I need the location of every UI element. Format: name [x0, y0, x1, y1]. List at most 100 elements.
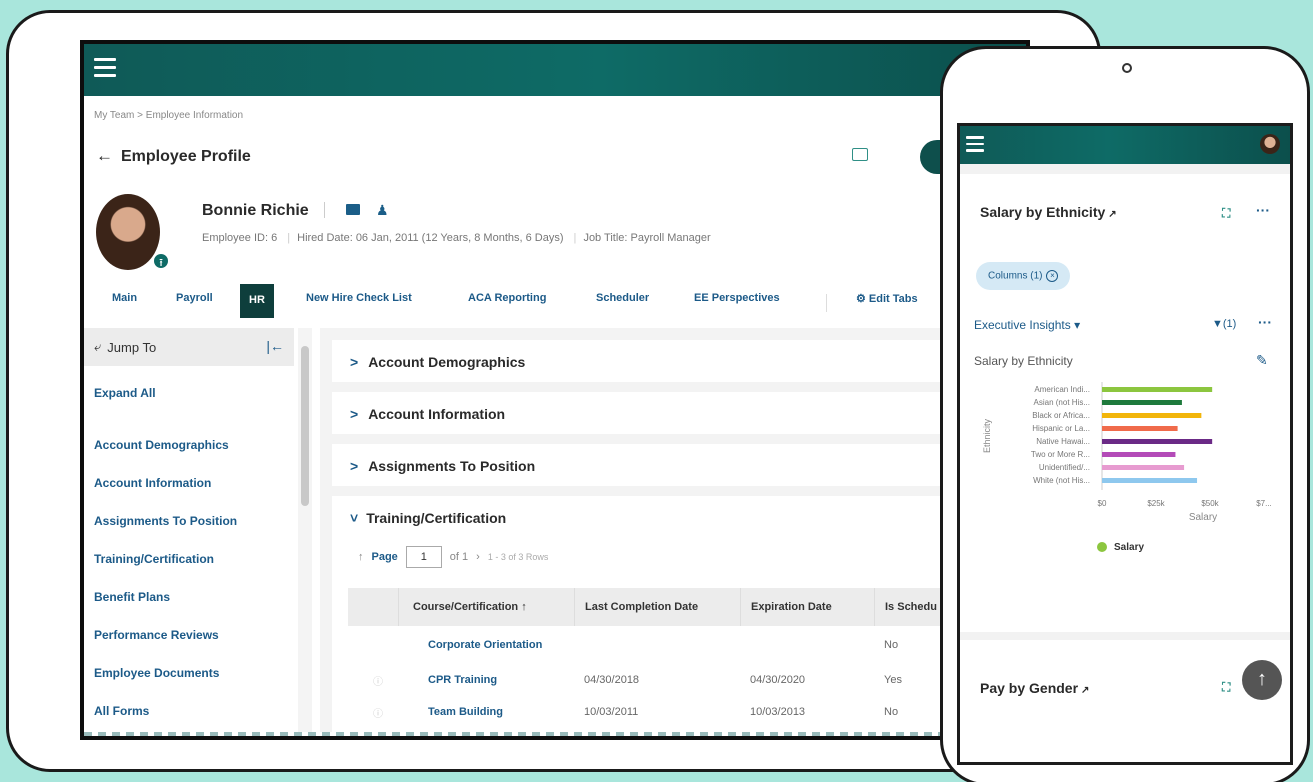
- expand-all-link[interactable]: Expand All: [84, 366, 294, 400]
- nav-performance-reviews[interactable]: Performance Reviews: [84, 628, 294, 666]
- card-title-text: Salary by Ethnicity: [980, 204, 1106, 220]
- table-row: ⓘ CPR Training 04/30/2018 04/30/2020 Yes: [348, 664, 992, 696]
- bar: [1102, 439, 1213, 444]
- expand-icon[interactable]: ⛶: [1222, 206, 1230, 221]
- section-account-information[interactable]: > Account Information: [332, 392, 992, 434]
- last-completion: 10/03/2011: [584, 706, 639, 718]
- filter-button[interactable]: ▼(1): [1212, 318, 1236, 330]
- bar: [1102, 478, 1198, 483]
- expand-icon[interactable]: ⛶: [1222, 680, 1230, 695]
- menu-icon[interactable]: [94, 58, 116, 78]
- header-course-label: Course/Certification: [413, 601, 519, 613]
- avatar[interactable]: [1260, 134, 1280, 154]
- chat-icon[interactable]: [852, 148, 868, 161]
- breadcrumb[interactable]: My Team > Employee Information: [94, 110, 243, 121]
- tab-aca-reporting[interactable]: ACA Reporting: [468, 292, 546, 304]
- x-tick-label: $25k: [1147, 499, 1165, 508]
- tab-ee-perspectives[interactable]: EE Perspectives: [694, 292, 780, 304]
- nav-benefit-plans[interactable]: Benefit Plans: [84, 590, 294, 628]
- y-tick-label: Two or More R...: [1031, 450, 1090, 459]
- more-options-icon[interactable]: ···: [1258, 314, 1272, 330]
- table-row: ⓘ Team Building 10/03/2011 10/03/2013 No: [348, 696, 992, 728]
- bar: [1102, 400, 1182, 405]
- tab-hr[interactable]: HR: [240, 284, 274, 318]
- caret-down-icon: ▾: [1074, 318, 1081, 332]
- x-tick-label: $50k: [1201, 499, 1219, 508]
- bar: [1102, 426, 1178, 431]
- tab-payroll[interactable]: Payroll: [176, 292, 213, 304]
- bar: [1102, 413, 1202, 418]
- y-tick-label: White (not His...: [1033, 476, 1090, 485]
- section-account-demographics[interactable]: > Account Demographics: [332, 340, 992, 382]
- employee-meta: Employee ID: 6 | Hired Date: 06 Jan, 2011…: [202, 232, 711, 244]
- edit-pencil-icon[interactable]: ✎: [1256, 352, 1268, 369]
- gear-icon: ⚙: [856, 293, 869, 305]
- legend-label: Salary: [1114, 542, 1144, 553]
- training-header[interactable]: ˅ Training/Certification: [332, 496, 992, 526]
- nav-employee-documents[interactable]: Employee Documents: [84, 666, 294, 704]
- section-label: Account Demographics: [368, 354, 526, 370]
- header-expiration[interactable]: Expiration Date: [740, 588, 874, 626]
- view-label: Executive Insights: [974, 318, 1071, 332]
- chevron-right-icon: >: [350, 406, 359, 422]
- employee-avatar: [96, 194, 160, 270]
- card-title[interactable]: Salary by Ethnicity ↗: [980, 204, 1117, 220]
- y-tick-label: Asian (not His...: [1034, 398, 1090, 407]
- y-tick-label: Native Hawai...: [1036, 437, 1090, 446]
- view-dropdown[interactable]: Executive Insights ▾: [974, 318, 1080, 332]
- camera-icon: [1122, 63, 1132, 73]
- training-table: Course/Certification ↑ Last Completion D…: [348, 588, 992, 728]
- mobile-top-bar: [960, 126, 1290, 164]
- collapse-sidebar-icon[interactable]: |←: [266, 338, 284, 354]
- training-title: Training/Certification: [366, 510, 507, 526]
- contact-person-icon[interactable]: ♟: [376, 202, 389, 219]
- x-axis-title: Salary: [1189, 512, 1217, 523]
- chevron-down-icon: ˅: [350, 510, 359, 526]
- page-title: ← Employee Profile: [96, 146, 251, 166]
- tab-new-hire-check-list[interactable]: New Hire Check List: [306, 292, 412, 304]
- last-completion: 04/30/2018: [584, 674, 640, 686]
- scroll-to-top-button[interactable]: ↑: [1242, 660, 1282, 700]
- prev-page-icon[interactable]: ↑: [358, 551, 364, 563]
- header-last-completion[interactable]: Last Completion Date: [574, 588, 740, 626]
- edit-tabs-button[interactable]: ⚙ Edit Tabs: [856, 292, 918, 305]
- nav-training-certification[interactable]: Training/Certification: [84, 552, 294, 590]
- edit-tabs-label: Edit Tabs: [868, 293, 918, 305]
- menu-icon[interactable]: [966, 136, 984, 156]
- divider: [324, 202, 325, 218]
- card-title[interactable]: Pay by Gender ↗: [980, 680, 1089, 696]
- nav-account-information[interactable]: Account Information: [84, 476, 294, 514]
- columns-chip[interactable]: Columns (1) ×: [976, 262, 1071, 290]
- course-link[interactable]: Team Building: [398, 706, 574, 718]
- section-training-certification: ˅ Training/Certification ↑ Page 1 of 1 › …: [332, 496, 992, 736]
- email-icon[interactable]: [346, 204, 360, 215]
- external-link-icon: ↗: [1081, 685, 1090, 696]
- scroll-thumb[interactable]: [301, 346, 309, 506]
- tab-main[interactable]: Main: [112, 292, 137, 304]
- main-content: > Account Demographics > Account Informati…: [320, 328, 1026, 736]
- chip-close-icon[interactable]: ×: [1046, 270, 1059, 282]
- upload-photo-icon[interactable]: ⭱: [152, 252, 170, 270]
- y-tick-label: American Indi...: [1034, 385, 1090, 394]
- course-link[interactable]: CPR Training: [398, 674, 574, 686]
- nav-account-demographics[interactable]: Account Demographics: [84, 438, 294, 476]
- header-course[interactable]: Course/Certification ↑: [398, 588, 574, 626]
- row-info-icon[interactable]: ⓘ: [348, 705, 398, 720]
- jump-to-header: ⤶ Jump To |←: [84, 328, 294, 366]
- next-page-icon[interactable]: ›: [476, 551, 480, 563]
- filter-count: (1): [1222, 318, 1237, 330]
- page-input[interactable]: 1: [405, 546, 442, 568]
- tab-scheduler[interactable]: Scheduler: [596, 292, 649, 304]
- nav-assignments-to-position[interactable]: Assignments To Position: [84, 514, 294, 552]
- row-info-icon[interactable]: ⓘ: [348, 673, 398, 688]
- y-tick-label: Hispanic or La...: [1032, 424, 1090, 433]
- external-link-icon: ↗: [1108, 209, 1117, 220]
- page-of: of 1: [449, 551, 469, 563]
- pay-by-gender-card: Pay by Gender ↗ ⛶ ↑: [960, 640, 1290, 762]
- jump-to-title: Jump To: [107, 339, 157, 355]
- section-assignments-to-position[interactable]: > Assignments To Position: [332, 444, 992, 486]
- back-arrow-icon[interactable]: ←: [96, 146, 113, 165]
- more-options-icon[interactable]: ···: [1256, 202, 1270, 218]
- course-link[interactable]: Corporate Orientation: [398, 639, 574, 651]
- expiration: 10/03/2013: [750, 706, 806, 718]
